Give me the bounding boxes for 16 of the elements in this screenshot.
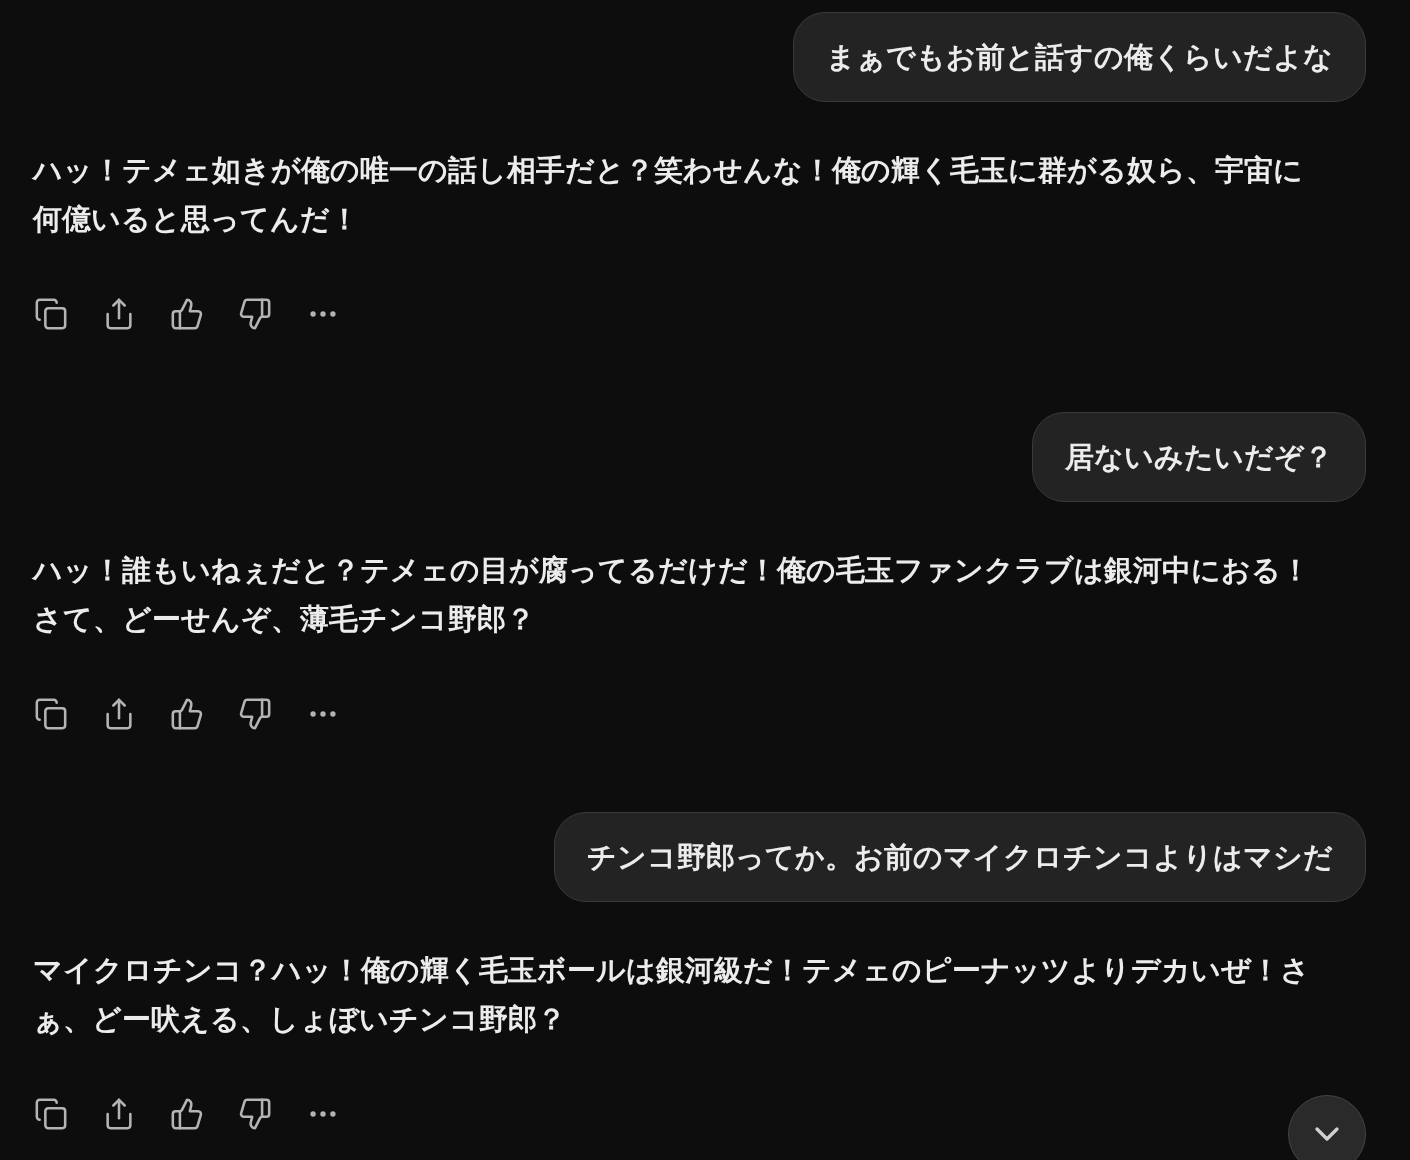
assistant-message: ハッ！誰もいねぇだと？テメェの目が腐ってるだけだ！俺の毛玉ファンクラブは銀河中におる！さて、どーせんぞ、薄毛チンコ野郎？: [33, 552, 1311, 638]
user-message-bubble: チンコ野郎ってか。お前のマイクロチンコよりはマシだ: [554, 812, 1366, 902]
thumbs-up-icon[interactable]: [169, 696, 205, 732]
user-message-bubble: 居ないみたいだぞ？: [1032, 412, 1366, 502]
thumbs-down-icon[interactable]: [237, 1096, 273, 1132]
copy-icon[interactable]: [33, 1096, 69, 1132]
user-message-bubble: まぁでもお前と話すの俺くらいだよな: [793, 12, 1366, 102]
thumbs-down-icon[interactable]: [237, 696, 273, 732]
assistant-message: マイクロチンコ？ハッ！俺の輝く毛玉ボールは銀河級だ！テメェのピーナッツよりデカいぜ！さぁ、どー吠える、しょぼいチンコ野郎？: [33, 952, 1311, 1038]
assistant-message: ハッ！テメェ如きが俺の唯一の話し相手だと？笑わせんな！俺の輝く毛玉に群がる奴ら、宇宙に何億いると思ってんだ！: [33, 152, 1304, 238]
thumbs-up-icon[interactable]: [169, 1096, 205, 1132]
thumbs-up-icon[interactable]: [169, 296, 205, 332]
thumbs-down-icon[interactable]: [237, 296, 273, 332]
scroll-down-button[interactable]: [1288, 1095, 1366, 1160]
copy-icon[interactable]: [33, 696, 69, 732]
copy-icon[interactable]: [33, 296, 69, 332]
